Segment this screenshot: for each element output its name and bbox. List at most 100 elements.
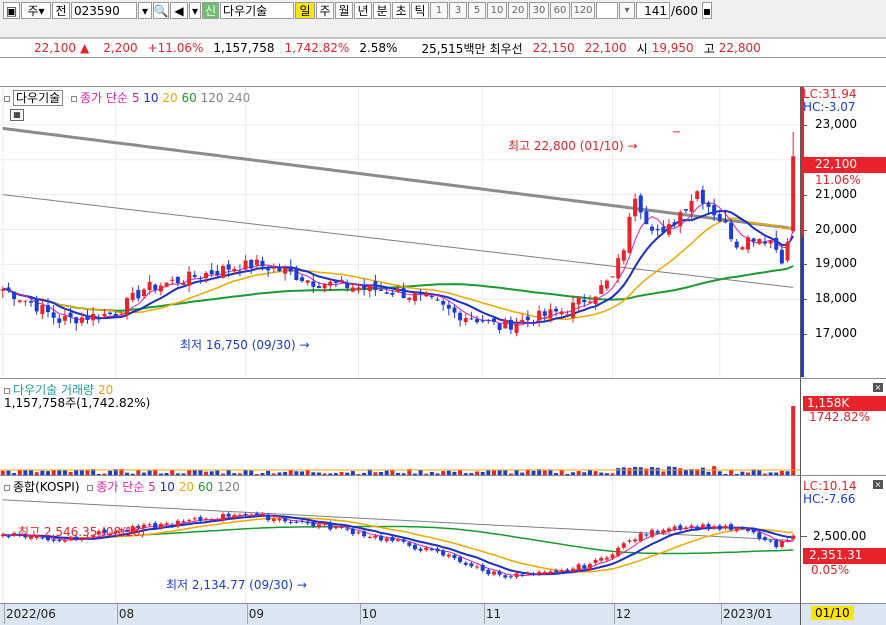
candle-body: [599, 285, 604, 294]
candle-body: [170, 279, 175, 281]
custom-dropdown-icon[interactable]: ▾: [619, 2, 635, 19]
index-candle-body: [768, 540, 773, 542]
index-current-tag: 2,351.31: [803, 548, 886, 564]
candle-body: [384, 292, 389, 294]
candle-body: [40, 305, 45, 315]
index-candle-body: [390, 536, 395, 541]
stock-code-input[interactable]: 023590: [71, 2, 137, 19]
index-candle-body: [548, 571, 553, 574]
more-icon[interactable]: ▪: [701, 2, 712, 19]
interval-120[interactable]: 120: [571, 2, 595, 19]
volume-pane[interactable]: 다우기술 거래량 20 1,157,758주(1,742.82%): [0, 378, 800, 476]
candle-body: [136, 289, 141, 299]
market-type-select[interactable]: 주 ▾: [21, 2, 51, 19]
legend-ma20: 20: [162, 91, 178, 105]
stock-name-field[interactable]: 다우기술: [220, 2, 294, 19]
x-axis-label: 12: [615, 607, 631, 621]
index-candle-body: [412, 544, 417, 550]
candle-body: [147, 281, 152, 291]
candle-body: [768, 240, 773, 244]
candle-body: [587, 301, 592, 303]
index-candle-body: [288, 522, 293, 524]
candle-body: [441, 301, 446, 305]
code-dropdown-icon[interactable]: ▾: [138, 2, 152, 19]
interval-30[interactable]: 30: [529, 2, 549, 19]
legend-stock-name[interactable]: 다우기술: [13, 90, 64, 106]
interval-1[interactable]: 1: [430, 2, 448, 19]
index-candle-body: [463, 562, 468, 565]
candle-body: [345, 283, 350, 289]
index-candle-body: [373, 535, 378, 538]
index-legend-name[interactable]: 종합(KOSPI): [13, 480, 80, 494]
candle-body: [17, 300, 22, 302]
index-tick: [801, 536, 807, 537]
price-pane[interactable]: 다우기술 종가 단순 5 10 20 60 120 240 ▦ 최고 22,80…: [0, 86, 800, 379]
candle-body: [525, 316, 530, 321]
period-minute[interactable]: 분: [373, 2, 391, 19]
candle-body: [130, 292, 135, 300]
index-candle-body: [367, 536, 372, 538]
index-candle-body: [638, 533, 643, 541]
period-year[interactable]: 년: [354, 2, 372, 19]
index-candle-body: [435, 548, 440, 552]
custom-interval-input[interactable]: [596, 2, 618, 19]
index-candle-body: [266, 514, 271, 521]
speaker-dropdown-icon[interactable]: ▾: [189, 2, 201, 19]
candle-body: [695, 191, 700, 200]
period-month[interactable]: 월: [335, 2, 353, 19]
interval-60[interactable]: 60: [550, 2, 570, 19]
index-candle-body: [311, 521, 316, 527]
interval-10[interactable]: 10: [487, 2, 507, 19]
table-icon[interactable]: ▦: [10, 109, 24, 121]
index-candle-body: [469, 563, 474, 567]
candle-body: [237, 271, 242, 273]
index-candle-body: [644, 534, 649, 536]
index-candle-body: [170, 524, 175, 527]
interval-3[interactable]: 3: [449, 2, 467, 19]
period-tick[interactable]: 틱: [411, 2, 429, 19]
period-day[interactable]: 일: [295, 2, 315, 19]
candle-body: [283, 268, 288, 274]
candle-body: [0, 288, 5, 291]
index-pane-close-icon[interactable]: ×: [873, 480, 883, 489]
interval-20[interactable]: 20: [508, 2, 528, 19]
index-candle-body: [362, 531, 367, 537]
candle-body: [559, 311, 564, 315]
index-candle-body: [734, 528, 739, 531]
candle-body: [678, 212, 683, 227]
period-week[interactable]: 주: [316, 2, 334, 19]
count-input[interactable]: 141: [636, 2, 670, 19]
index-candle-body: [757, 532, 762, 539]
prev-button[interactable]: 전: [52, 2, 70, 19]
index-candle-body: [599, 557, 604, 561]
index-candle-body: [475, 566, 480, 568]
window-icon[interactable]: ▣: [3, 2, 20, 19]
index-candle-body: [695, 526, 700, 530]
speaker-icon[interactable]: ◀: [170, 2, 188, 19]
current-date: 01/10: [811, 606, 854, 620]
index-candle-body: [627, 540, 632, 542]
search-icon[interactable]: 🔍: [153, 2, 169, 19]
candle-body: [683, 209, 688, 211]
index-y-label: 2,500.00: [813, 529, 867, 543]
index-pane[interactable]: 종합(KOSPI) 종가 단순 5 10 20 60 120 최고 2,546.…: [0, 475, 800, 604]
period-second[interactable]: 초: [392, 2, 410, 19]
candle-body: [706, 203, 711, 207]
candle-body: [164, 282, 169, 287]
low-annotation-text: 최저 16,750 (09/30): [180, 338, 296, 352]
index-candle-body: [254, 513, 259, 515]
index-chart[interactable]: [0, 476, 800, 604]
price-chart[interactable]: [0, 87, 800, 379]
candle-body: [757, 238, 762, 244]
index-candle-body: [633, 539, 638, 542]
index-candle-body: [204, 518, 209, 520]
index-candle-body: [294, 521, 299, 523]
interval-5[interactable]: 5: [468, 2, 486, 19]
candle-body: [243, 260, 248, 270]
index-candle-body: [384, 538, 389, 542]
pane-close-icon[interactable]: ×: [873, 383, 883, 392]
candle-body: [362, 286, 367, 289]
index-candle-body: [12, 533, 17, 536]
market-type-value: 주: [27, 4, 39, 18]
current-pct-tag: 11.06%: [815, 173, 861, 187]
